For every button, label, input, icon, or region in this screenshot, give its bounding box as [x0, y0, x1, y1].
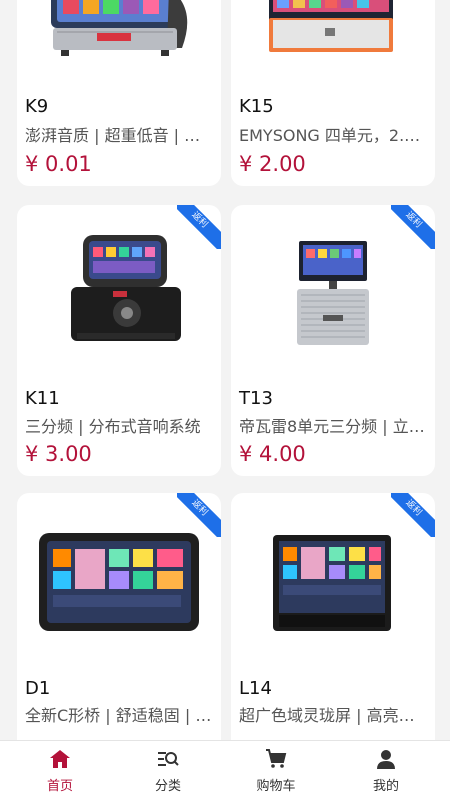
product-model: D1 [25, 678, 51, 699]
product-model: T13 [239, 388, 273, 409]
home-icon [50, 750, 70, 768]
product-model: K15 [239, 96, 274, 117]
product-description: 超广色域灵珑屏 | 高亮显示 [239, 706, 427, 725]
rebate-badge: 返利 [177, 493, 221, 537]
tab-category[interactable]: 分类 [112, 741, 224, 801]
product-description: EMYSONG 四单元，2.1声道 [239, 126, 427, 145]
product-price: ¥ 4.00 [239, 442, 306, 466]
product-card-t13[interactable]: 返利 T13 帝瓦雷8单元三分频 | 立体声 ¥ 4.00 [231, 205, 435, 476]
tab-home[interactable]: 首页 [4, 741, 116, 801]
rebate-badge: 返利 [391, 493, 435, 537]
user-icon [377, 750, 395, 769]
tab-label: 我的 [372, 779, 399, 794]
product-card-k9[interactable]: K9 澎湃音质 | 超重低音 | 强劲动力 ¥ 0.01 [17, 0, 221, 186]
product-image [269, 0, 393, 52]
rebate-badge: 返利 [177, 205, 221, 249]
product-card-l14[interactable]: 返利 L14 超广色域灵珑屏 | 高亮显示 [231, 493, 435, 740]
product-description: 帝瓦雷8单元三分频 | 立体声 [239, 417, 427, 436]
product-model: L14 [239, 678, 272, 699]
tab-label: 购物车 [256, 779, 296, 794]
tab-label: 分类 [154, 779, 181, 794]
rebate-badge: 返利 [391, 205, 435, 249]
tab-label: 首页 [46, 779, 73, 794]
product-card-d1[interactable]: 返利 D1 全新C形桥 | 舒适稳固 | 大屏 [17, 493, 221, 740]
bottom-tab-bar: 首页 分类 购物车 我的 [0, 740, 450, 801]
product-price: ¥ 2.00 [239, 152, 306, 176]
product-description: 澎湃音质 | 超重低音 | 强劲动力 [25, 126, 213, 145]
product-image [51, 0, 188, 56]
product-card-k11[interactable]: 返利 K11 三分频 | 分布式音响系统 ¥ 3.00 [17, 205, 221, 476]
tab-cart[interactable]: 购物车 [220, 741, 332, 801]
category-search-icon [158, 752, 179, 766]
product-grid: K9 澎湃音质 | 超重低音 | 强劲动力 ¥ 0.01 K15 EMYSONG… [0, 0, 450, 740]
product-description: 三分频 | 分布式音响系统 [25, 417, 201, 436]
product-price: ¥ 0.01 [25, 152, 92, 176]
cart-icon [266, 749, 287, 768]
product-model: K11 [25, 388, 60, 409]
product-card-k15[interactable]: K15 EMYSONG 四单元，2.1声道 ¥ 2.00 [231, 0, 435, 186]
product-model: K9 [25, 96, 49, 117]
product-price: ¥ 3.00 [25, 442, 92, 466]
tab-profile[interactable]: 我的 [330, 741, 442, 801]
product-description: 全新C形桥 | 舒适稳固 | 大屏 [25, 706, 213, 725]
